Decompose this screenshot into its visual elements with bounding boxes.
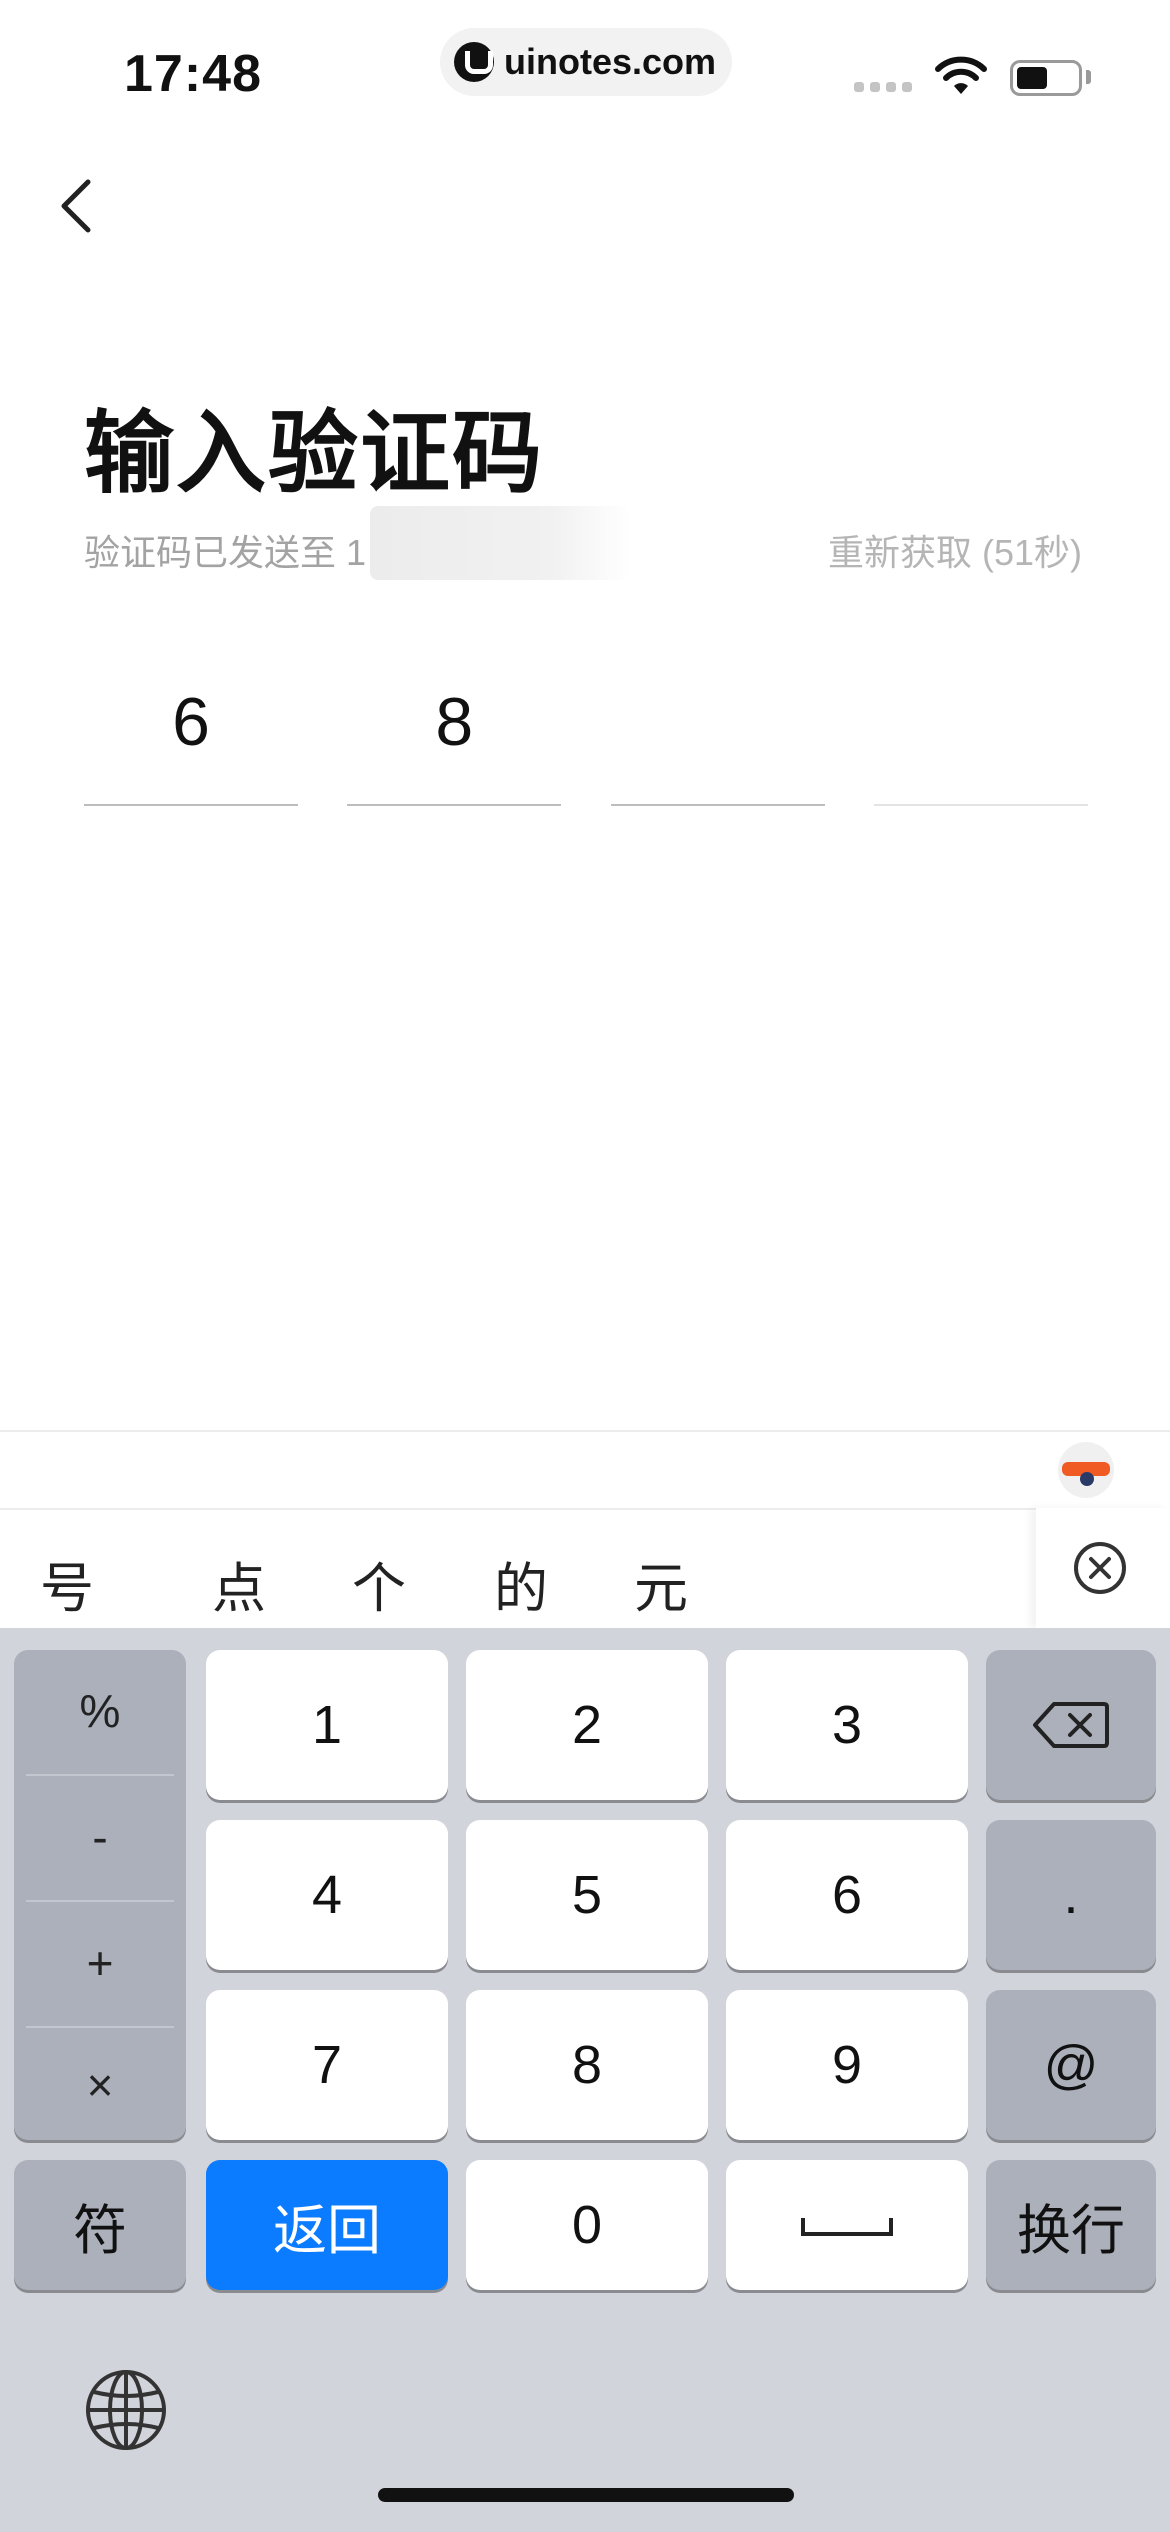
key-5[interactable]: 5 — [466, 1820, 708, 1970]
space-key[interactable] — [726, 2160, 968, 2290]
status-bar: 17:48 uinotes.com — [0, 0, 1170, 140]
watermark-logo-icon — [454, 42, 494, 82]
symbols-key[interactable]: 符 — [14, 2160, 186, 2290]
space-icon — [801, 2218, 893, 2236]
wifi-icon — [935, 56, 987, 94]
key-4[interactable]: 4 — [206, 1820, 448, 1970]
symbol-key-percent[interactable]: % — [26, 1650, 174, 1772]
keyboard-toolbar — [0, 1430, 1170, 1510]
key-6[interactable]: 6 — [726, 1820, 968, 1970]
candidate-bar: 号 点 个 的 元 — [0, 1510, 1170, 1628]
key-8[interactable]: 8 — [466, 1990, 708, 2140]
verification-code-input[interactable]: 6 8 — [84, 660, 1088, 806]
delete-button[interactable] — [986, 1650, 1156, 1800]
candidate-item[interactable]: 的 — [494, 1544, 548, 1623]
watermark-text: uinotes.com — [504, 41, 717, 82]
code-digit-box-2[interactable]: 8 — [347, 660, 562, 806]
code-sent-text: 验证码已发送至 1 — [84, 532, 367, 573]
code-digit-box-3[interactable] — [610, 660, 825, 806]
watermark-pill: uinotes.com — [440, 28, 732, 96]
symbol-key-plus[interactable]: + — [26, 1902, 174, 2024]
symbol-key-times[interactable]: × — [26, 2024, 174, 2146]
home-indicator — [378, 2488, 794, 2502]
back-chevron-icon[interactable] — [48, 170, 108, 242]
return-button[interactable]: 返回 — [206, 2160, 448, 2290]
symbol-key-minus[interactable]: - — [26, 1776, 174, 1898]
status-time: 17:48 — [124, 45, 262, 103]
redacted-phone-mask — [370, 506, 630, 580]
candidate-item[interactable]: 个 — [352, 1544, 406, 1623]
key-dot[interactable]: . — [986, 1820, 1156, 1970]
numeric-keyboard: % - + × 1 2 3 4 5 6 . 7 8 9 @ 符 返回 0 换行 — [0, 1628, 1170, 2532]
globe-icon[interactable] — [84, 2368, 168, 2452]
candidate-item[interactable]: 点 — [212, 1544, 266, 1623]
battery-icon — [1010, 60, 1082, 96]
candidate-item[interactable]: 号 — [40, 1544, 94, 1623]
key-7[interactable]: 7 — [206, 1990, 448, 2140]
resend-countdown: 重新获取 (51秒) — [827, 532, 1082, 573]
newline-key[interactable]: 换行 — [986, 2160, 1156, 2290]
candidate-item[interactable]: 元 — [634, 1544, 688, 1623]
battery-tip — [1086, 70, 1091, 84]
code-digit-box-4[interactable] — [873, 660, 1088, 806]
clear-candidates-button[interactable] — [1036, 1508, 1170, 1628]
ime-mascot-icon[interactable] — [1058, 1442, 1114, 1498]
page-title: 输入验证码 — [84, 404, 544, 504]
code-digit-box-1[interactable]: 6 — [84, 660, 298, 806]
symbol-column: % - + × — [14, 1650, 186, 2140]
clear-circle-icon — [1074, 1542, 1126, 1594]
key-at[interactable]: @ — [986, 1990, 1156, 2140]
key-3[interactable]: 3 — [726, 1650, 968, 1800]
delete-icon — [1033, 1702, 1109, 1748]
cellular-signal-icon — [854, 82, 912, 92]
key-1[interactable]: 1 — [206, 1650, 448, 1800]
key-0[interactable]: 0 — [466, 2160, 708, 2290]
key-9[interactable]: 9 — [726, 1990, 968, 2140]
key-2[interactable]: 2 — [466, 1650, 708, 1800]
